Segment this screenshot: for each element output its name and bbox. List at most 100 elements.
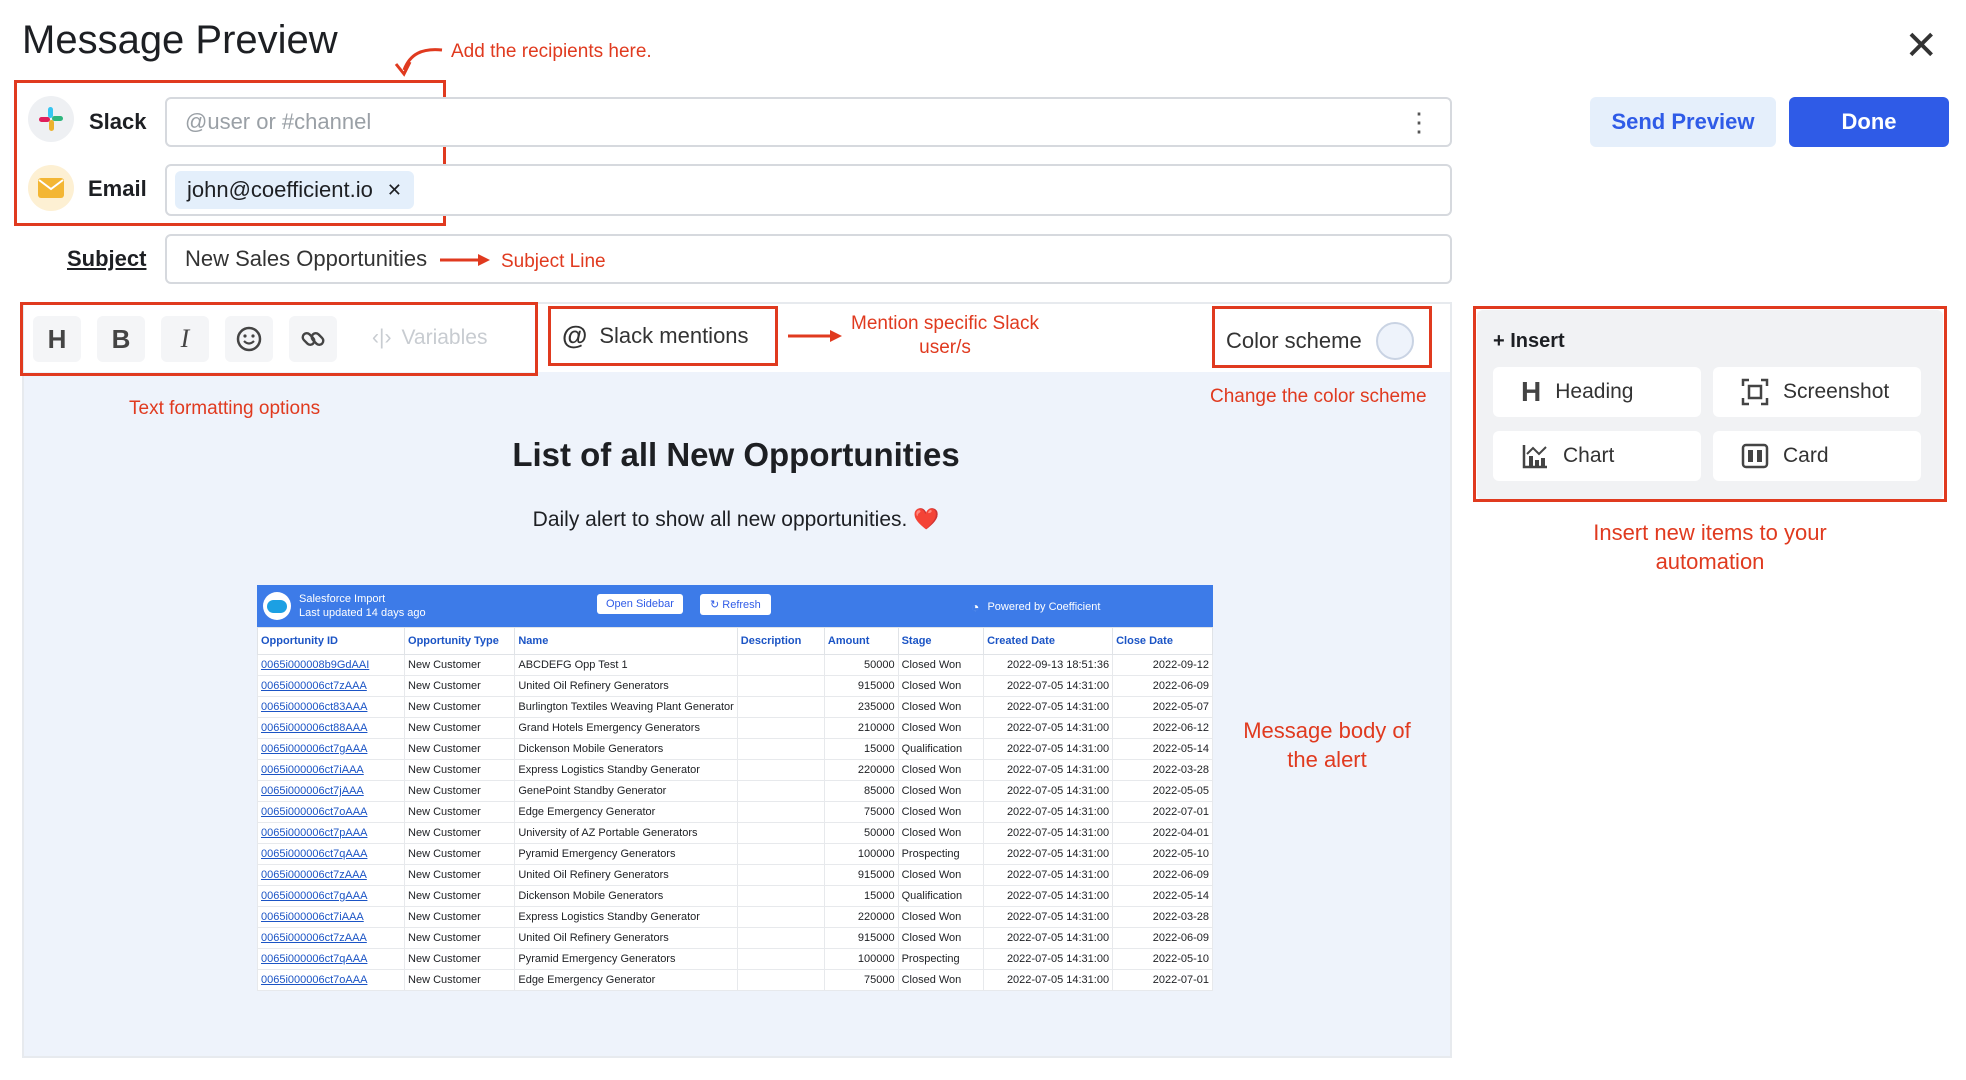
email-input[interactable]: john@coefficient.io ✕ [165, 164, 1452, 216]
table-cell[interactable]: 0065i000006ct7pAAA [256, 822, 406, 844]
table-cell: 915000 [823, 675, 899, 697]
message-subtitle: Daily alert to show all new opportunitie… [532, 508, 940, 531]
table-cell: 2022-03-28 [1112, 906, 1213, 928]
table-cell: Closed Won [897, 780, 985, 802]
table-cell: New Customer [404, 885, 516, 907]
table-cell: 85000 [823, 780, 899, 802]
table-cell: 2022-05-07 [1112, 696, 1213, 718]
table-cell[interactable]: 0065i000006ct7zAAA [256, 675, 406, 697]
table-cell: Burlington Textiles Weaving Plant Genera… [514, 696, 738, 718]
annotation-recipients: Add the recipients here. [451, 41, 652, 62]
table-cell: Prospecting [897, 843, 985, 865]
table-cell [736, 780, 825, 802]
table-cell[interactable]: 0065i000006ct7iAAA [256, 906, 406, 928]
table-cell: 2022-07-05 14:31:00 [983, 822, 1114, 844]
table-cell [736, 906, 825, 928]
sheet-column-header: Description [736, 627, 825, 655]
arrow-subject-icon [440, 254, 490, 266]
table-cell [736, 843, 825, 865]
annotation-color: Change the color scheme [1210, 386, 1427, 407]
table-cell[interactable]: 0065i000006ct83AAA [256, 696, 406, 718]
table-cell: Express Logistics Standby Generator [514, 906, 738, 928]
annotation-box-formatting [20, 302, 538, 376]
table-cell: 2022-07-01 [1112, 969, 1213, 991]
table-cell: 235000 [823, 696, 899, 718]
refresh-icon: ↻ [710, 599, 720, 611]
table-cell: 2022-07-05 14:31:00 [983, 948, 1114, 970]
table-cell: ABCDEFG Opp Test 1 [514, 654, 738, 676]
table-cell[interactable]: 0065i000006ct7zAAA [256, 864, 406, 886]
table-cell: 2022-09-12 [1112, 654, 1213, 676]
annotation-subject: Subject Line [501, 251, 606, 272]
table-cell: Pyramid Emergency Generators [514, 843, 738, 865]
table-cell: Dickenson Mobile Generators [514, 885, 738, 907]
table-cell: 100000 [823, 948, 899, 970]
table-cell[interactable]: 0065i000006ct88AAA [256, 717, 406, 739]
table-cell [736, 654, 825, 676]
coefficient-logo-icon: ◔ [971, 599, 980, 615]
table-row: 0065i000006ct88AAA New Customer Grand Hote… [256, 717, 1213, 739]
salesforce-logo [263, 592, 291, 620]
slack-input[interactable]: @user or #channel ⋮ [165, 97, 1452, 147]
table-cell: 2022-05-05 [1112, 780, 1213, 802]
table-cell: Edge Emergency Generator [514, 801, 738, 823]
table-cell[interactable]: 0065i000008b9GdAAI [256, 654, 406, 676]
table-cell[interactable]: 0065i000006ct7gAAA [256, 738, 406, 760]
table-cell: 2022-07-05 14:31:00 [983, 885, 1114, 907]
refresh-label: Refresh [722, 599, 761, 611]
slack-icon [28, 96, 74, 142]
send-preview-button[interactable]: Send Preview [1590, 97, 1776, 147]
table-cell: 2022-09-13 18:51:36 [983, 654, 1114, 676]
table-cell: New Customer [404, 717, 516, 739]
email-chip-label: john@coefficient.io [187, 177, 373, 202]
table-row: 0065i000006ct7iAAA New Customer Express Lo… [256, 759, 1213, 781]
table-cell: 220000 [823, 906, 899, 928]
close-icon[interactable]: ✕ [1904, 26, 1938, 66]
table-cell: 2022-07-05 14:31:00 [983, 675, 1114, 697]
table-row: 0065i000008b9GdAAI New Customer ABCDEFG Op… [256, 654, 1213, 676]
email-icon [28, 165, 74, 211]
sheet-column-header: Stage [897, 627, 985, 655]
table-cell: 2022-03-28 [1112, 759, 1213, 781]
table-cell [736, 822, 825, 844]
table-cell[interactable]: 0065i000006ct7qAAA [256, 948, 406, 970]
done-button[interactable]: Done [1789, 97, 1949, 147]
arrow-mentions-icon [788, 330, 842, 342]
table-cell[interactable]: 0065i000006ct7iAAA [256, 759, 406, 781]
table-cell: New Customer [404, 654, 516, 676]
table-row: 0065i000006ct7oAAA New Customer Edge Emerg… [256, 801, 1213, 823]
table-cell[interactable]: 0065i000006ct7oAAA [256, 969, 406, 991]
table-cell: 2022-07-05 14:31:00 [983, 906, 1114, 928]
sheet-header: Salesforce Import Last updated 14 days a… [257, 585, 1213, 627]
page-title: Message Preview [22, 18, 338, 62]
open-sidebar-button[interactable]: Open Sidebar [597, 594, 683, 614]
table-cell [736, 864, 825, 886]
sheet-column-header: Name [514, 627, 738, 655]
table-cell: 50000 [823, 822, 899, 844]
table-cell: Express Logistics Standby Generator [514, 759, 738, 781]
table-cell[interactable]: 0065i000006ct7jAAA [256, 780, 406, 802]
table-cell: New Customer [404, 822, 516, 844]
table-cell: Closed Won [897, 927, 985, 949]
table-cell[interactable]: 0065i000006ct7gAAA [256, 885, 406, 907]
subject-input[interactable]: New Sales Opportunities [165, 234, 1452, 284]
table-cell: New Customer [404, 801, 516, 823]
table-cell [736, 927, 825, 949]
table-cell: 15000 [823, 885, 899, 907]
annotation-formatting: Text formatting options [129, 398, 321, 419]
table-cell[interactable]: 0065i000006ct7qAAA [256, 843, 406, 865]
sheet-column-header: Close Date [1112, 627, 1213, 655]
table-cell: New Customer [404, 675, 516, 697]
table-cell: 2022-07-05 14:31:00 [983, 780, 1114, 802]
email-label: Email [88, 176, 147, 201]
subject-value: New Sales Opportunities [185, 246, 428, 271]
table-cell[interactable]: 0065i000006ct7zAAA [256, 927, 406, 949]
refresh-button[interactable]: ↻ Refresh [700, 594, 771, 615]
table-cell: University of AZ Portable Generators [514, 822, 738, 844]
more-options-icon[interactable]: ⋮ [1406, 107, 1432, 138]
table-cell: 2022-06-09 [1112, 675, 1213, 697]
table-cell[interactable]: 0065i000006ct7oAAA [256, 801, 406, 823]
remove-chip-icon[interactable]: ✕ [387, 180, 402, 201]
table-cell: 2022-07-05 14:31:00 [983, 843, 1114, 865]
table-cell: Grand Hotels Emergency Generators [514, 717, 738, 739]
